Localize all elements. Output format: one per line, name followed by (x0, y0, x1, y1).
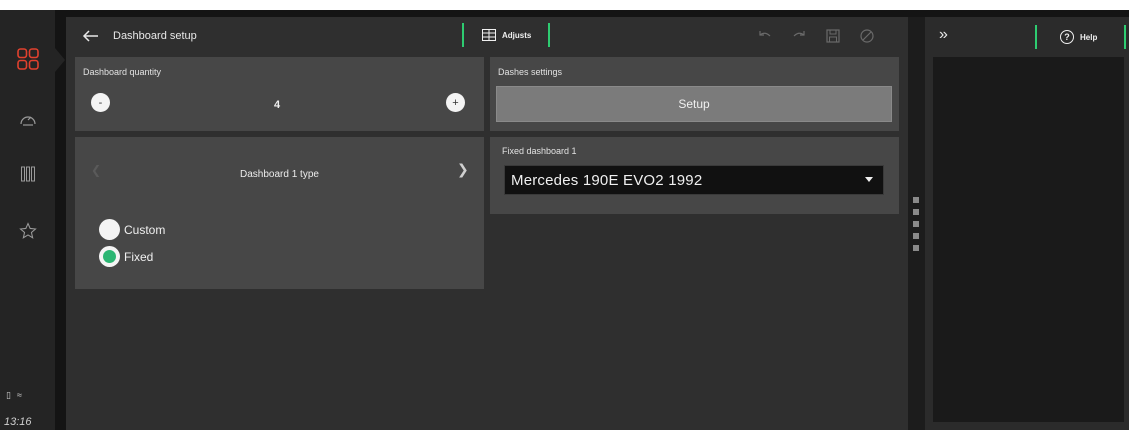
battery-icon: ▯ (6, 390, 11, 400)
chevron-right-icon[interactable]: ❯ (457, 161, 469, 178)
dashes-settings-panel: Dashes settings Setup (490, 57, 899, 131)
grip-dot (913, 233, 919, 239)
back-arrow-icon[interactable] (82, 27, 100, 45)
help-label: Help (1080, 32, 1098, 42)
fixed-dashboard-select[interactable]: Mercedes 190E EVO2 1992 (504, 165, 884, 195)
quantity-label: Dashboard quantity (83, 67, 162, 77)
cancel-icon[interactable] (858, 27, 876, 45)
page-title: Dashboard setup (113, 30, 197, 42)
adjusts-label: Adjusts (502, 30, 532, 40)
fixed-dashboard-label: Fixed dashboard 1 (502, 146, 577, 156)
dropdown-caret-icon (865, 177, 873, 182)
fixed-dashboard-value: Mercedes 190E EVO2 1992 (511, 171, 703, 189)
save-icon[interactable] (824, 27, 842, 45)
toolbar-actions (756, 27, 876, 45)
main-content: Dashboard setup Adjusts Dashboard quanti… (66, 17, 908, 430)
gauge-icon[interactable] (0, 111, 55, 127)
redo-icon[interactable] (790, 27, 808, 45)
fixed-dashboard-panel: Fixed dashboard 1 Mercedes 190E EVO2 199… (490, 137, 899, 214)
radio-option-custom[interactable]: Custom (99, 219, 165, 240)
quantity-panel: Dashboard quantity - 4 + (75, 57, 484, 131)
grip-dot (913, 197, 919, 203)
status-indicators: ▯ ≈ (6, 390, 22, 401)
grip-dot (913, 209, 919, 215)
radio-option-fixed[interactable]: Fixed (99, 246, 153, 267)
radio-button-fixed[interactable] (99, 246, 120, 267)
radio-label-fixed: Fixed (124, 249, 154, 264)
dashboard-type-title: Dashboard 1 type (240, 169, 319, 180)
radio-label-custom: Custom (124, 222, 166, 237)
dashes-settings-label: Dashes settings (498, 67, 563, 77)
radio-button-custom[interactable] (99, 219, 120, 240)
table-icon (482, 29, 496, 41)
top-toolbar: Dashboard setup Adjusts (66, 17, 908, 55)
collapse-panel-icon[interactable]: » (939, 26, 948, 44)
setup-button[interactable]: Setup (496, 86, 892, 122)
help-icon: ? (1060, 30, 1074, 44)
undo-icon[interactable] (756, 27, 774, 45)
clock-time: 13:16 (4, 416, 32, 428)
app-window: ▯ ≈ 13:16 Dashboard setup Adjusts Dashbo… (0, 10, 1129, 430)
star-icon[interactable] (0, 222, 55, 240)
columns-icon[interactable] (0, 166, 55, 182)
panel-resize-handle[interactable] (908, 17, 925, 430)
dashboard-type-panel: ❮ Dashboard 1 type ❯ Custom Fixed (75, 137, 484, 289)
quantity-value: 4 (274, 99, 281, 111)
help-content-area (933, 57, 1124, 422)
increase-button[interactable]: + (446, 93, 465, 112)
adjusts-tab[interactable]: Adjusts (462, 23, 550, 47)
right-panel: » ? Help (925, 17, 1129, 430)
active-indicator (55, 48, 65, 72)
grip-dot (913, 221, 919, 227)
left-sidebar: ▯ ≈ 13:16 (0, 10, 65, 430)
grip-dot (913, 245, 919, 251)
wifi-icon: ≈ (16, 390, 22, 400)
dashboard-grid-icon[interactable] (0, 48, 55, 70)
decrease-button[interactable]: - (91, 93, 110, 112)
help-button[interactable]: ? Help (1035, 25, 1126, 49)
